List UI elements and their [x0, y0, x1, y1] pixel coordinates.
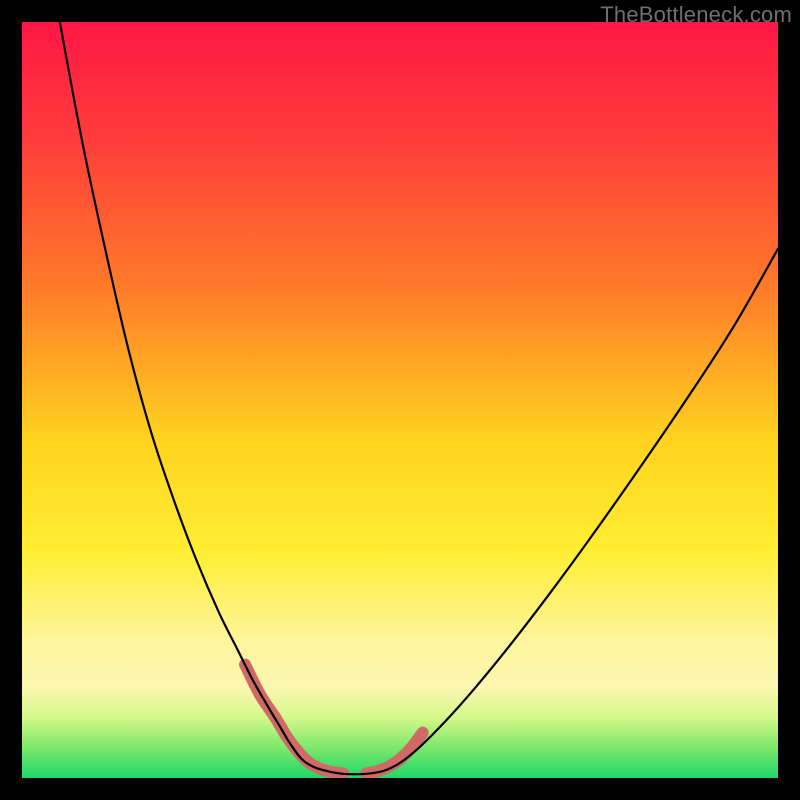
watermark-text: TheBottleneck.com	[600, 2, 792, 28]
chart-frame: TheBottleneck.com	[0, 0, 800, 800]
bottleneck-chart	[22, 22, 778, 778]
gradient-background	[22, 22, 778, 778]
plot-area	[22, 22, 778, 778]
